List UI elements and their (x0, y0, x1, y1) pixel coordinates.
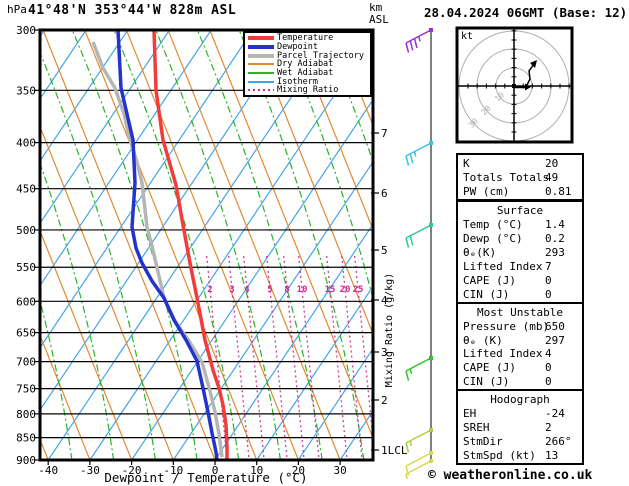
mixing-ratio-value-label: 5 (267, 285, 272, 295)
temperature-axis-title: Dewpoint / Temperature (°C) (104, 470, 307, 485)
mixing-ratio-value-label: 20 (340, 285, 351, 295)
mixing-ratio-value-label: 15 (325, 285, 336, 295)
hodograph-unit-label: kt (461, 31, 473, 42)
pressure-tick-label: 550 (16, 261, 36, 274)
mixing-ratio-value-label: 3 (229, 285, 234, 295)
mixing-ratio-value-label: 25 (353, 285, 364, 295)
mixing-ratio-axis-label: Mixing Ratio (g/kg) (384, 250, 398, 410)
legend-item: Mixing Ratio (248, 86, 370, 95)
wind-barb (406, 141, 433, 166)
wind-barb (406, 28, 433, 53)
pressure-tick-label: 600 (16, 295, 36, 308)
isotherm-line (0, 30, 86, 460)
temperature-tick-label: -40 (38, 464, 58, 477)
wet-adiabat-line (489, 30, 614, 460)
dry-adiabat-line (377, 30, 549, 460)
wind-barb (406, 223, 433, 248)
legend-swatch-dewpoint (248, 45, 274, 49)
wet-adiabat-line (406, 30, 531, 460)
temperature-axis: -40-30-20-100102030Dewpoint / Temperatur… (38, 460, 346, 485)
pressure-tick-label: 700 (16, 356, 36, 369)
pressure-tick-label: 750 (16, 383, 36, 396)
credit-footer: © weatheronline.co.uk (428, 468, 592, 483)
legend-swatch-dry-adiabat (248, 63, 274, 65)
pressure-tick-label: 300 (16, 24, 36, 37)
altitude-tick-label: 7 (381, 127, 388, 140)
altitude-tick-label: 1LCL (381, 444, 408, 457)
pressure-tick-label: 350 (16, 84, 36, 97)
legend-swatch-parcel-trajectory (248, 54, 274, 58)
pressure-tick-label: 400 (16, 137, 36, 150)
dry-adiabat-line (85, 30, 257, 460)
legend-swatch-temperature (248, 36, 274, 40)
pressure-tick-label: 650 (16, 327, 36, 340)
mixing-ratio-value-label: 8 (284, 285, 289, 295)
legend-swatch-mixing-ratio (248, 89, 274, 91)
legend-swatch-wet-adiabat (248, 72, 274, 74)
temperature-tick-label: 30 (333, 464, 346, 477)
wind-barb (406, 356, 433, 381)
wind-barb-column (406, 28, 433, 479)
pressure-tick-label: 450 (16, 183, 36, 196)
wet-adiabat-line (448, 30, 573, 460)
temperature-tick-label: -30 (80, 464, 100, 477)
mixing-ratio-value-label: 10 (297, 285, 308, 295)
pressure-tick-label: 500 (16, 224, 36, 237)
dry-adiabat-line (43, 30, 215, 460)
hodograph: 102030kt (457, 28, 572, 142)
wind-barb (406, 428, 433, 453)
chart-legend: TemperatureDewpointParcel TrajectoryDry … (243, 31, 372, 97)
dry-adiabat-line (0, 30, 90, 460)
mixing-ratio-value-label: 2 (207, 285, 212, 295)
pressure-tick-label: 900 (16, 454, 36, 467)
mixing-ratio-value-label: 4 (244, 285, 250, 295)
altitude-tick-label: 6 (381, 187, 388, 200)
legend-label: Mixing Ratio (277, 85, 338, 95)
pressure-tick-label: 850 (16, 432, 36, 445)
legend-swatch-isotherm (248, 81, 274, 83)
mixing-ratio-labels: 2 34 5 8 10 15 2025 (207, 285, 363, 295)
pressure-tick-label: 800 (16, 408, 36, 421)
skewt-sounding-page: hPa 41°48'N 353°44'W 828m ASL km ASL 28.… (0, 0, 629, 486)
